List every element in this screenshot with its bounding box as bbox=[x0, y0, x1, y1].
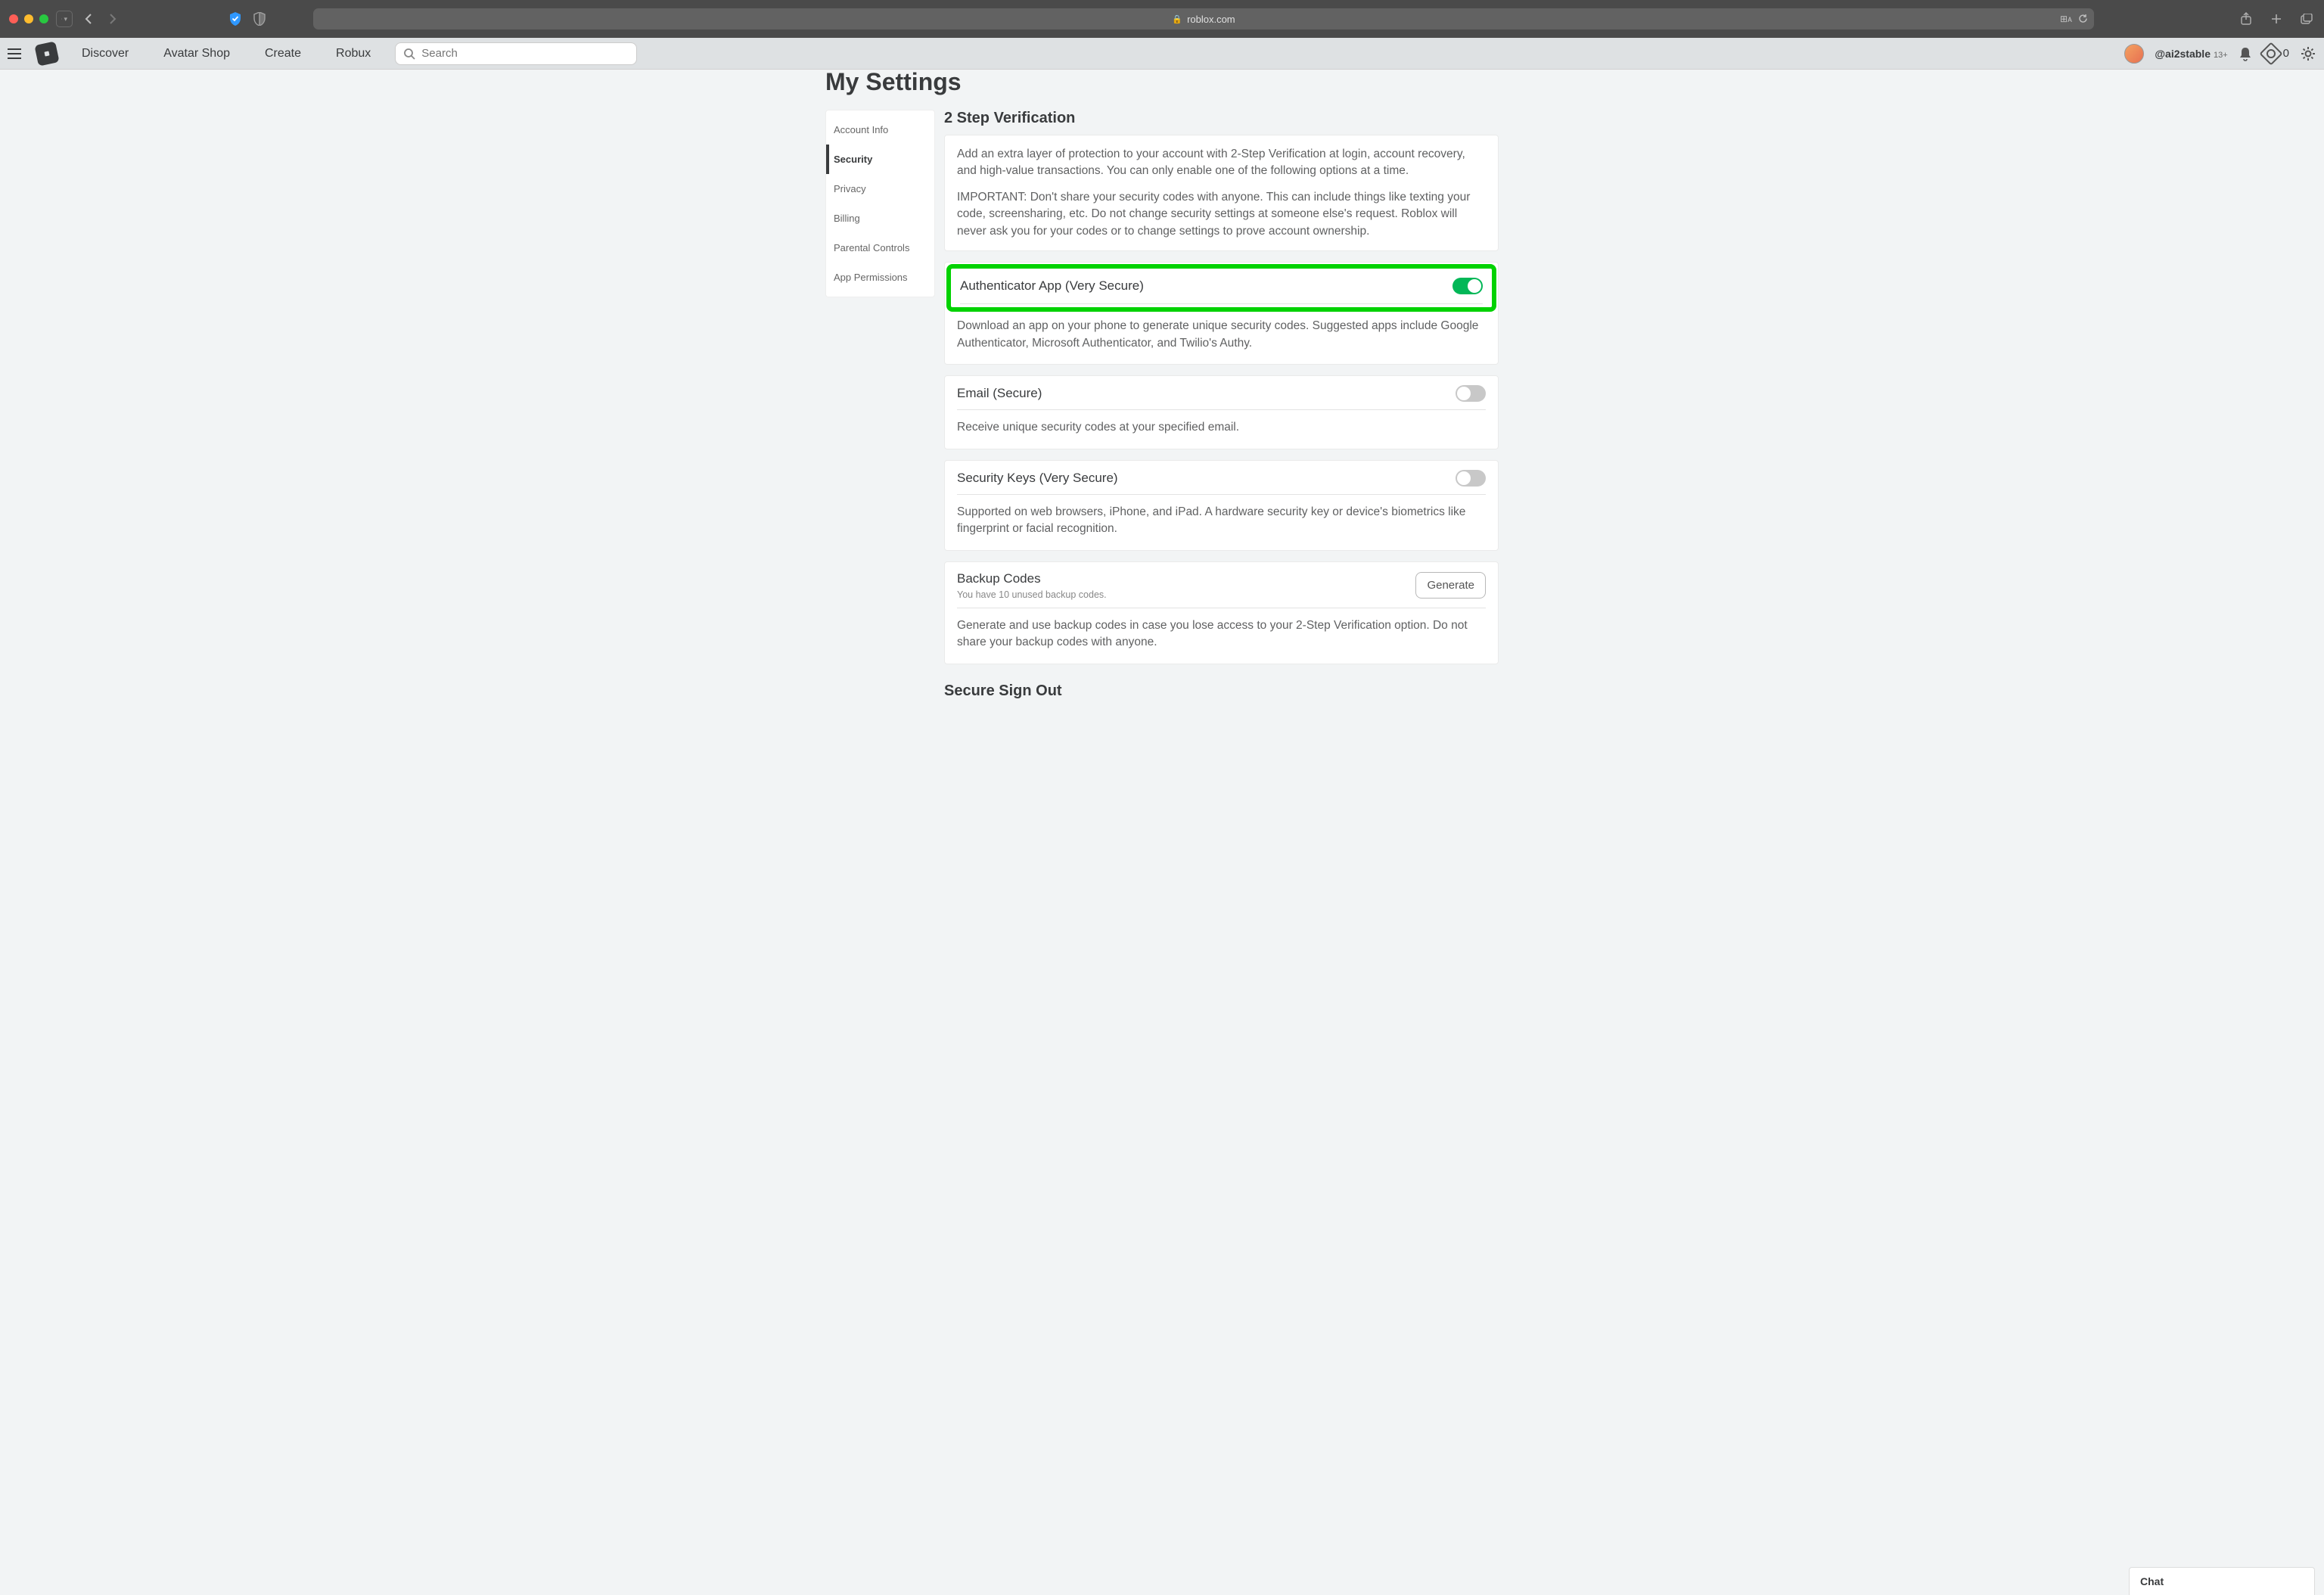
roblox-nav: Discover Avatar Shop Create Robux @ai2st… bbox=[0, 38, 2324, 70]
privacy-shield-icon[interactable] bbox=[251, 11, 268, 27]
share-icon[interactable] bbox=[2238, 11, 2254, 27]
section-heading-2sv: 2 Step Verification bbox=[944, 110, 1499, 127]
hamburger-icon[interactable] bbox=[8, 48, 23, 59]
intro-paragraph-1: Add an extra layer of protection to your… bbox=[957, 146, 1486, 180]
intro-card: Add an extra layer of protection to your… bbox=[944, 135, 1499, 251]
highlight-box: Authenticator App (Very Secure) bbox=[946, 264, 1496, 312]
settings-main: 2 Step Verification Add an extra layer o… bbox=[944, 110, 1499, 707]
intro-paragraph-2: IMPORTANT: Don't share your security cod… bbox=[957, 189, 1486, 240]
lock-icon: 🔒 bbox=[1172, 14, 1182, 24]
nav-forward-icon bbox=[104, 11, 121, 27]
url-host: roblox.com bbox=[1187, 14, 1235, 25]
window-minimize-icon[interactable] bbox=[24, 14, 33, 23]
sidebar-item-billing[interactable]: Billing bbox=[826, 204, 934, 233]
authenticator-app-card: Authenticator App (Very Secure) Download… bbox=[944, 262, 1499, 365]
avatar[interactable] bbox=[2124, 44, 2144, 64]
username[interactable]: @ai2stable bbox=[2155, 48, 2211, 60]
security-keys-title: Security Keys (Very Secure) bbox=[957, 471, 1118, 486]
roblox-logo-icon[interactable] bbox=[34, 41, 59, 66]
nav-avatar-shop[interactable]: Avatar Shop bbox=[153, 47, 241, 61]
authenticator-app-toggle[interactable] bbox=[1452, 278, 1483, 294]
page-title: My Settings bbox=[825, 68, 1499, 96]
section-heading-secure-signout: Secure Sign Out bbox=[944, 682, 1499, 700]
nav-robux[interactable]: Robux bbox=[325, 47, 381, 61]
chat-label: Chat bbox=[2140, 1575, 2164, 1587]
email-body: Receive unique security codes at your sp… bbox=[957, 419, 1486, 436]
address-bar[interactable]: 🔒 roblox.com ⊞ᴀ bbox=[313, 8, 2094, 30]
security-keys-toggle[interactable] bbox=[1456, 470, 1486, 487]
shield-icon[interactable] bbox=[227, 11, 244, 27]
tabs-overview-icon[interactable] bbox=[2298, 11, 2315, 27]
backup-codes-subtitle: You have 10 unused backup codes. bbox=[957, 589, 1107, 600]
sidebar-item-privacy[interactable]: Privacy bbox=[826, 174, 934, 204]
settings-gear-icon[interactable] bbox=[2300, 45, 2316, 62]
security-keys-body: Supported on web browsers, iPhone, and i… bbox=[957, 504, 1486, 538]
sidebar-item-security[interactable]: Security bbox=[826, 145, 934, 174]
sidebar-item-app-permissions[interactable]: App Permissions bbox=[826, 263, 934, 292]
settings-sidebar: Account Info Security Privacy Billing Pa… bbox=[825, 110, 935, 297]
chat-stub[interactable]: Chat bbox=[2129, 1567, 2315, 1595]
window-zoom-icon[interactable] bbox=[39, 14, 48, 23]
nav-discover[interactable]: Discover bbox=[71, 47, 139, 61]
email-title: Email (Secure) bbox=[957, 386, 1042, 401]
nav-create[interactable]: Create bbox=[254, 47, 312, 61]
notifications-icon[interactable] bbox=[2239, 46, 2252, 61]
backup-codes-title: Backup Codes bbox=[957, 571, 1107, 586]
robux-count: 0 bbox=[2283, 47, 2289, 60]
search-icon bbox=[403, 48, 415, 60]
translate-icon[interactable]: ⊞ᴀ bbox=[2060, 14, 2072, 24]
age-badge: 13+ bbox=[2214, 51, 2228, 60]
new-tab-icon[interactable] bbox=[2268, 11, 2285, 27]
nav-back-icon[interactable] bbox=[80, 11, 97, 27]
browser-chrome: ▾ 🔒 roblox.com ⊞ᴀ bbox=[0, 0, 2324, 38]
authenticator-app-title: Authenticator App (Very Secure) bbox=[960, 278, 1144, 294]
generate-button[interactable]: Generate bbox=[1415, 572, 1486, 599]
traffic-lights bbox=[9, 14, 48, 23]
email-card: Email (Secure) Receive unique security c… bbox=[944, 375, 1499, 449]
robux-icon[interactable] bbox=[2259, 42, 2282, 65]
sidebar-toggle-icon[interactable]: ▾ bbox=[56, 11, 73, 27]
backup-codes-card: Backup Codes You have 10 unused backup c… bbox=[944, 561, 1499, 664]
email-toggle[interactable] bbox=[1456, 385, 1486, 402]
window-close-icon[interactable] bbox=[9, 14, 18, 23]
authenticator-app-body: Download an app on your phone to generat… bbox=[957, 318, 1486, 352]
sidebar-item-account-info[interactable]: Account Info bbox=[826, 115, 934, 145]
reload-icon[interactable] bbox=[2078, 14, 2088, 24]
backup-codes-body: Generate and use backup codes in case yo… bbox=[957, 617, 1486, 651]
search-input[interactable] bbox=[421, 47, 629, 60]
sidebar-item-parental-controls[interactable]: Parental Controls bbox=[826, 233, 934, 263]
security-keys-card: Security Keys (Very Secure) Supported on… bbox=[944, 460, 1499, 551]
search-box[interactable] bbox=[395, 42, 637, 65]
